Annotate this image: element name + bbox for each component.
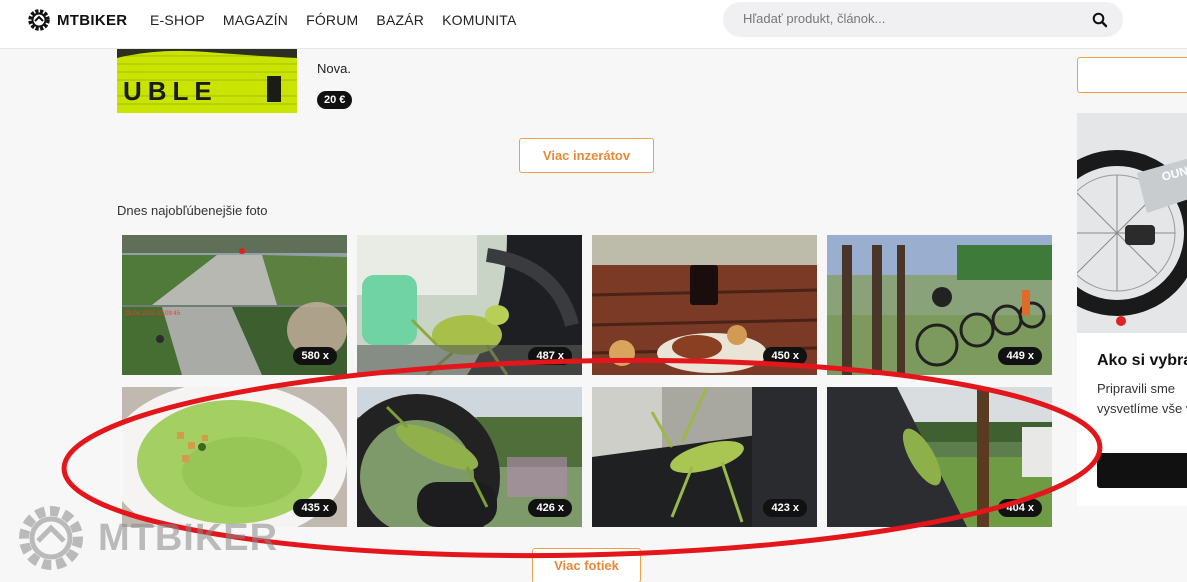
nav-bazar[interactable]: BAZÁR [376, 12, 424, 28]
views-badge: 580 x [293, 347, 337, 365]
listing-image[interactable]: UBLE [117, 48, 297, 113]
sidebar-card-button[interactable] [1097, 453, 1187, 488]
gear-logo-icon [28, 9, 50, 31]
views-badge: 450 x [763, 347, 807, 365]
page: MTBIKER E-SHOP MAGAZÍN FÓRUM BAZÁR KOMUN… [0, 0, 1187, 582]
photo-timestamp: 18.06.2023 02:09:45 [125, 311, 181, 317]
views-badge: 426 x [528, 499, 572, 517]
more-ads-button[interactable]: Viac inzerátov [519, 138, 654, 173]
watermark: MTBIKER [16, 503, 278, 573]
photo-card[interactable]: 426 x [357, 387, 582, 527]
nav-forum[interactable]: FÓRUM [306, 12, 358, 28]
watermark-text: MTBIKER [98, 516, 279, 559]
price-badge: 20 € [317, 91, 353, 109]
search-input[interactable] [743, 11, 1073, 26]
site-logo[interactable]: MTBIKER [27, 8, 127, 32]
listing-image-text: UBLE [123, 76, 218, 106]
search-icon[interactable] [1091, 11, 1109, 29]
photo-card[interactable]: 423 x [592, 387, 817, 527]
sidebar-bike-image: OUND [1077, 113, 1187, 333]
section-title: Dnes najobľúbenejšie foto [117, 203, 268, 218]
logo-text: MTBIKER [57, 11, 128, 29]
views-badge: 423 x [763, 499, 807, 517]
main-nav: E-SHOP MAGAZÍN FÓRUM BAZÁR KOMUNITA [150, 12, 535, 28]
top-navigation-bar: MTBIKER E-SHOP MAGAZÍN FÓRUM BAZÁR KOMUN… [0, 0, 1187, 49]
views-badge: 487 x [528, 347, 572, 365]
more-photos-button[interactable]: Viac fotiek [532, 548, 641, 582]
photo-card[interactable]: 449 x [827, 235, 1052, 375]
photo-card[interactable]: 487 x [357, 235, 582, 375]
gear-watermark-icon [19, 506, 83, 570]
nav-eshop[interactable]: E-SHOP [150, 12, 205, 28]
sidebar-card-title: Ako si vybra [1097, 352, 1187, 369]
search-box [723, 2, 1123, 37]
photo-card[interactable]: 404 x [827, 387, 1052, 527]
listing-description: Nova. [317, 61, 351, 76]
sidebar-outline-button[interactable] [1077, 57, 1187, 93]
photo-card[interactable]: 450 x [592, 235, 817, 375]
sidebar-promo-card: OUND Ako si vybra Pripravili sme vysvetl… [1077, 113, 1187, 506]
nav-komunita[interactable]: KOMUNITA [442, 12, 516, 28]
views-badge: 449 x [998, 347, 1042, 365]
nav-magazin[interactable]: MAGAZÍN [223, 12, 288, 28]
views-badge: 435 x [293, 499, 337, 517]
views-badge: 404 x [998, 499, 1042, 517]
sidebar-card-text: Pripravili sme vysvetlíme vše vybrať. [1097, 381, 1187, 416]
photo-card[interactable]: 18.06.2023 02:09:45 580 x [122, 235, 347, 375]
